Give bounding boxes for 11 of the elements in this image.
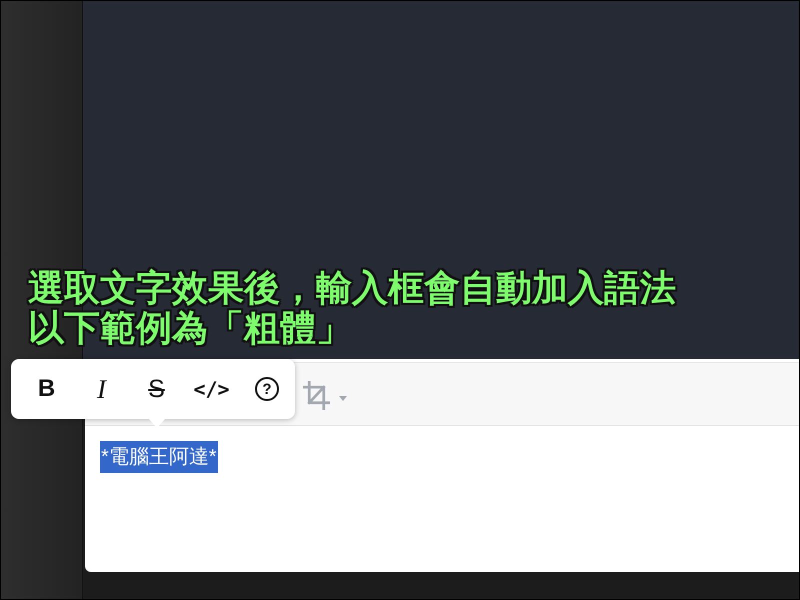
help-button[interactable]: ?	[255, 377, 279, 401]
crop-icon	[303, 380, 330, 410]
code-button[interactable]: </>	[191, 371, 232, 407]
editor-text: *電腦王阿達*	[100, 441, 218, 473]
caption-text: 以下範例為「粗體」	[28, 308, 352, 348]
caption-text: 選取文字效果後，輸入框會自動加入語法	[28, 268, 676, 308]
text-input-area[interactable]: *電腦王阿達*	[85, 426, 799, 572]
bold-button[interactable]: B	[26, 371, 67, 407]
italic-button[interactable]: I	[81, 371, 122, 407]
crop-button[interactable]	[303, 380, 347, 410]
strikethrough-button[interactable]: S	[136, 371, 177, 407]
